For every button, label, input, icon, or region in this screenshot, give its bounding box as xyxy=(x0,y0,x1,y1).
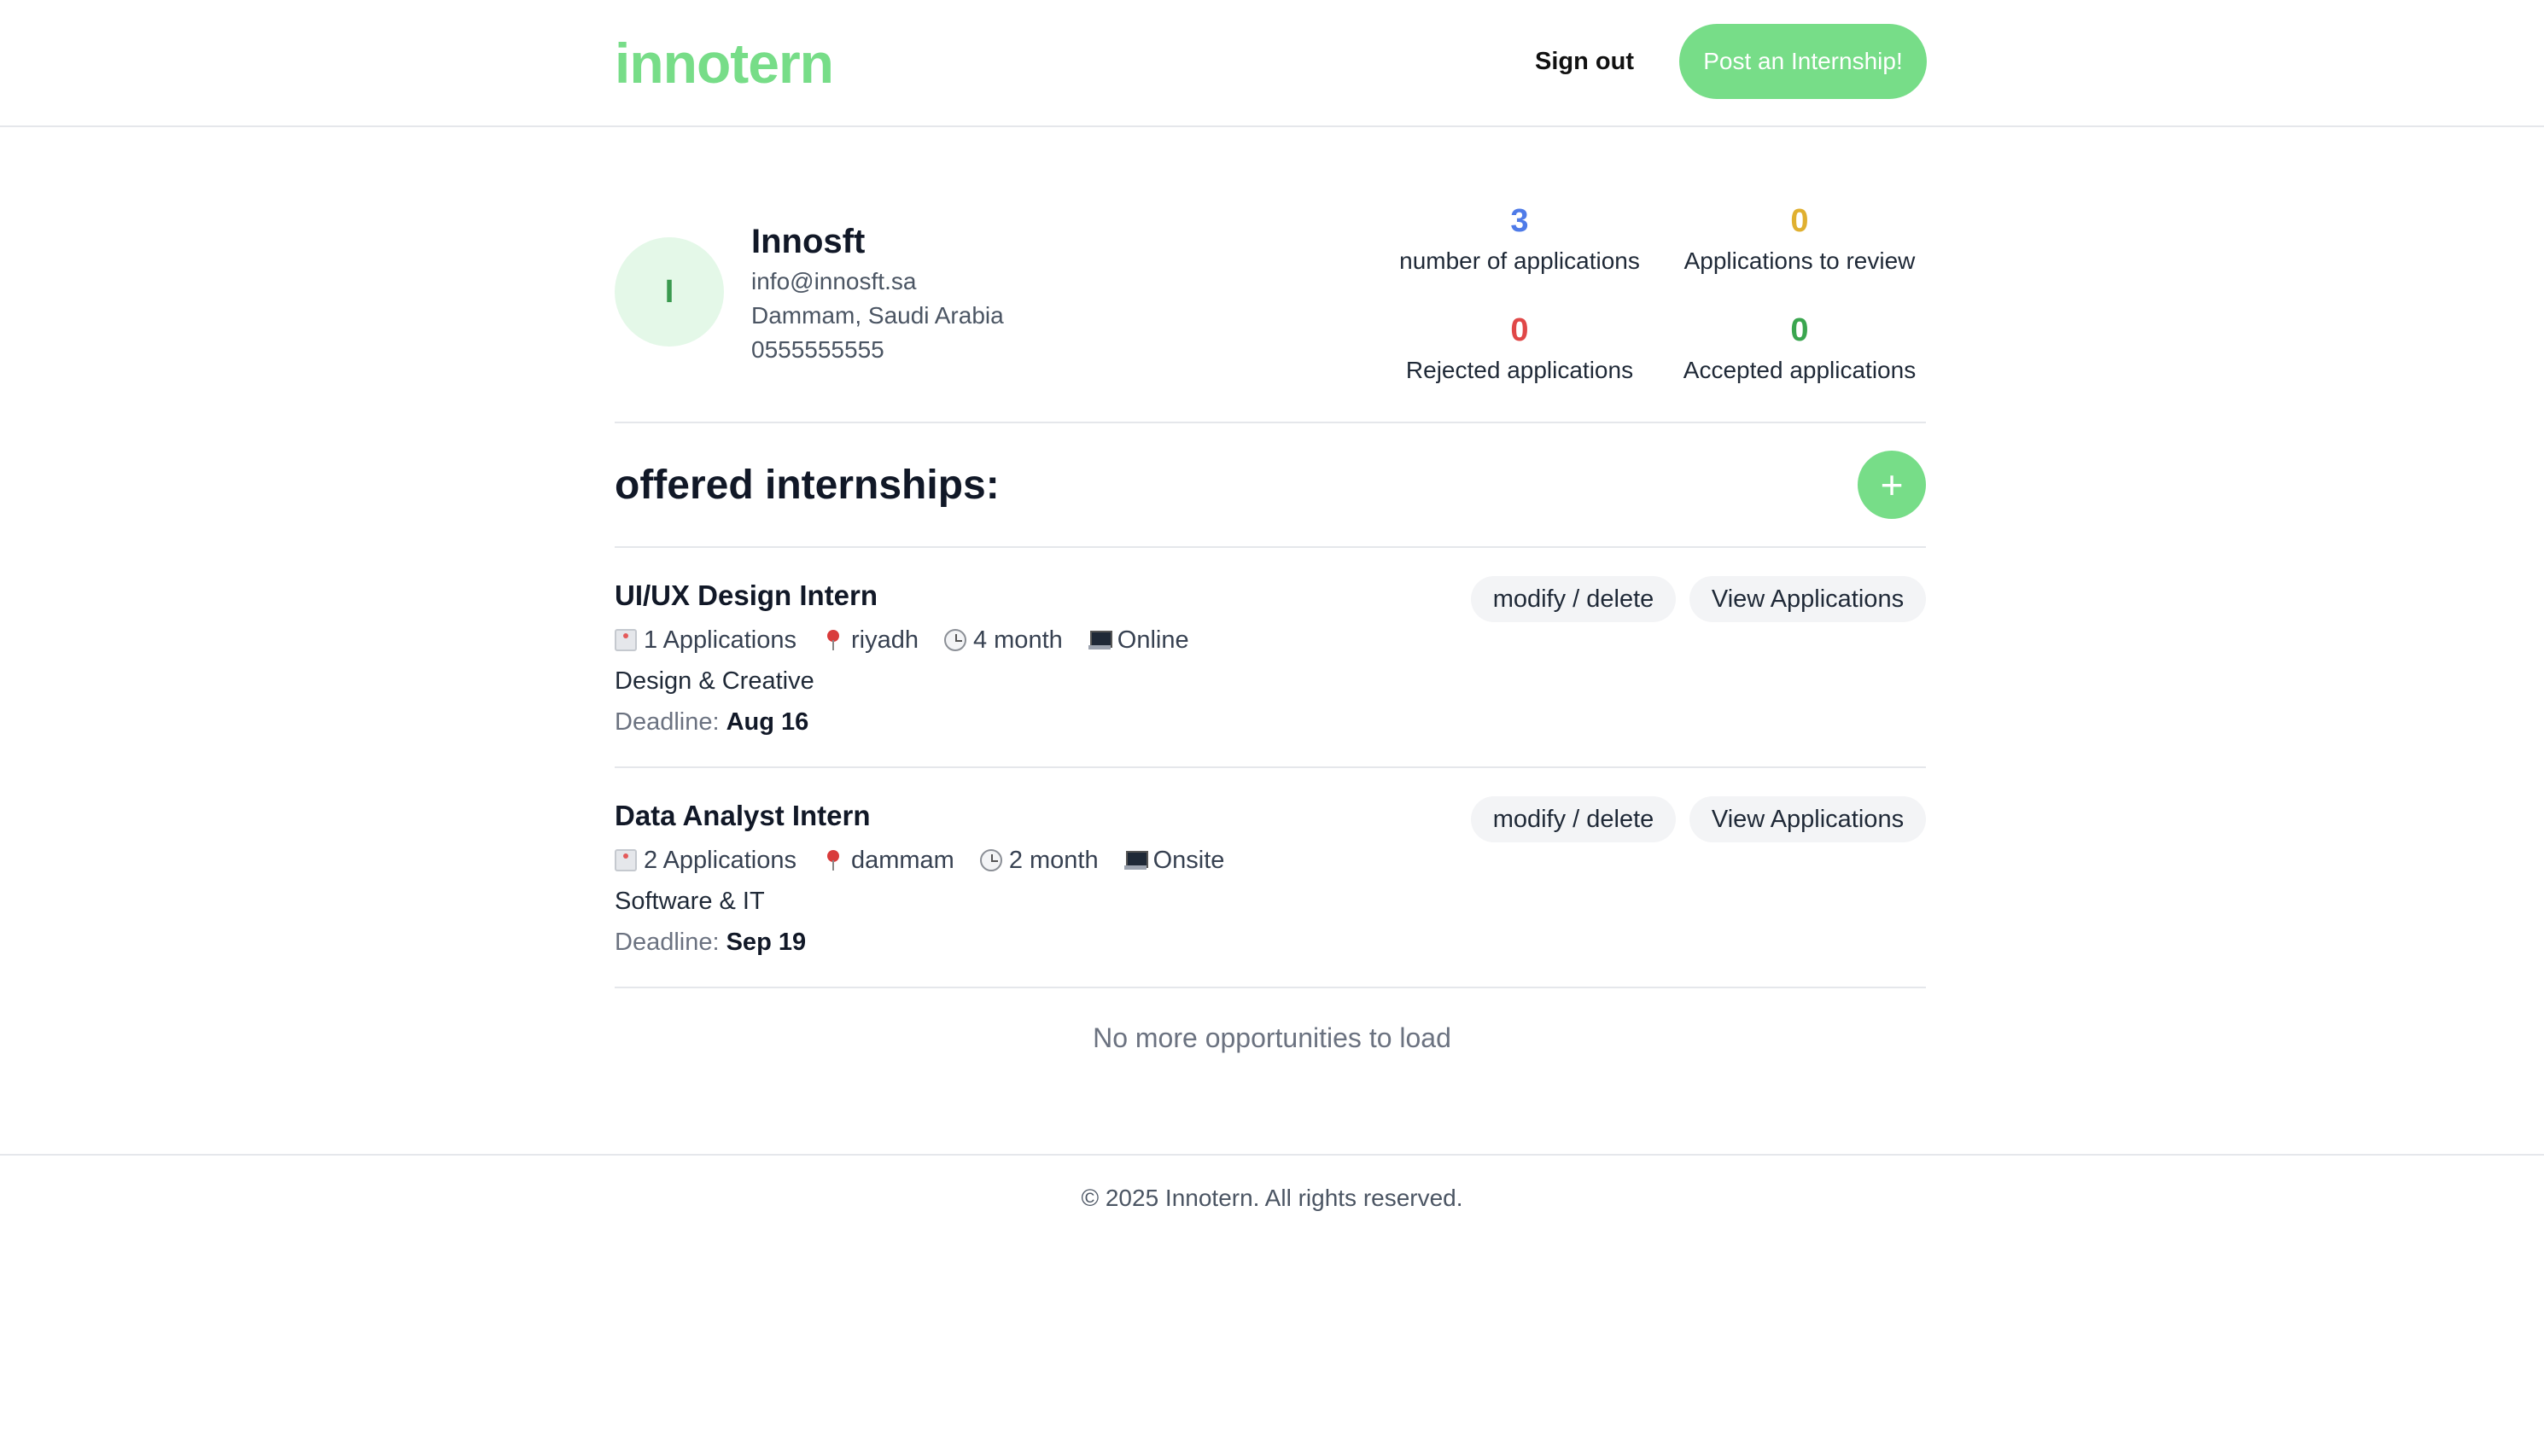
internship-title[interactable]: UI/UX Design Intern xyxy=(615,577,878,614)
internship-duration: 2 month xyxy=(979,843,1099,877)
internship-deadline: Deadline: Sep 19 xyxy=(615,925,806,959)
deadline-value: Sep 19 xyxy=(726,929,807,956)
internship-location: riyadh xyxy=(822,623,919,657)
stat-accepted-applications: 0 Accepted applications xyxy=(1663,311,1936,387)
applications-count: 1 Applications xyxy=(615,623,796,657)
clock-icon xyxy=(943,629,966,651)
internship-title[interactable]: Data Analyst Intern xyxy=(615,797,871,835)
internship-meta: 2 Applications dammam 2 month Onsite xyxy=(615,843,1250,877)
view-applications-button[interactable]: View Applications xyxy=(1689,576,1926,622)
stat-applications-to-review: 0 Applications to review xyxy=(1663,201,1936,278)
organization-name: Innosft xyxy=(751,223,866,260)
logo[interactable]: innotern xyxy=(615,29,834,97)
stat-value: 0 xyxy=(1510,312,1529,348)
add-internship-button[interactable]: + xyxy=(1858,451,1926,519)
internship-mode: Onsite xyxy=(1123,843,1225,877)
internship-category: Software & IT xyxy=(615,888,765,915)
applications-count: 2 Applications xyxy=(615,843,796,877)
pin-icon xyxy=(822,629,844,651)
avatar: I xyxy=(615,237,724,347)
organization-location: Dammam, Saudi Arabia xyxy=(751,302,1004,329)
profile-divider xyxy=(615,422,1926,423)
clock-icon xyxy=(979,849,1002,871)
deadline-label: Deadline: xyxy=(615,929,720,956)
section-title: offered internships: xyxy=(615,463,1000,508)
inbox-icon xyxy=(615,629,637,651)
post-internship-button[interactable]: Post an Internship! xyxy=(1679,24,1927,99)
stat-label: number of applications xyxy=(1399,248,1640,274)
internship-deadline: Deadline: Aug 16 xyxy=(615,705,808,739)
sign-out-button[interactable]: Sign out xyxy=(1502,38,1666,85)
stat-number-of-applications: 3 number of applications xyxy=(1383,201,1656,278)
internship-category: Design & Creative xyxy=(615,667,814,695)
internship-location: dammam xyxy=(822,843,954,877)
stat-label: Rejected applications xyxy=(1405,357,1634,383)
mode-text: Onsite xyxy=(1152,847,1225,874)
location-text: dammam xyxy=(850,847,954,874)
location-text: riyadh xyxy=(850,626,919,654)
internship-divider xyxy=(615,766,1926,768)
stat-value: 0 xyxy=(1790,312,1809,348)
modify-delete-button[interactable]: modify / delete xyxy=(1471,576,1676,622)
top-navbar: innotern Sign out Post an Internship! xyxy=(0,0,2544,127)
stat-value: 0 xyxy=(1790,203,1809,239)
footer-copyright: © 2025 Innotern. All rights reserved. xyxy=(1081,1185,1463,1211)
stat-value: 3 xyxy=(1510,203,1529,239)
laptop-icon xyxy=(1088,629,1112,651)
mode-text: Online xyxy=(1117,626,1189,654)
view-applications-button[interactable]: View Applications xyxy=(1689,796,1926,842)
organization-phone: 0555555555 xyxy=(751,336,884,363)
deadline-value: Aug 16 xyxy=(726,708,809,736)
modify-delete-button[interactable]: modify / delete xyxy=(1471,796,1676,842)
stat-label: Applications to review xyxy=(1683,248,1916,274)
internship-duration: 4 month xyxy=(943,623,1063,657)
stat-label: Accepted applications xyxy=(1683,357,1917,383)
organization-email: info@innosft.sa xyxy=(751,268,917,294)
duration-text: 2 month xyxy=(1008,847,1099,874)
pin-icon xyxy=(822,849,844,871)
section-divider xyxy=(615,546,1926,548)
internship-divider xyxy=(615,987,1926,988)
deadline-label: Deadline: xyxy=(615,708,720,736)
no-more-message: No more opportunities to load xyxy=(1093,1022,1451,1053)
footer-divider xyxy=(0,1154,2544,1156)
applications-count-text: 1 Applications xyxy=(644,626,796,654)
internship-mode: Online xyxy=(1088,623,1189,657)
stat-rejected-applications: 0 Rejected applications xyxy=(1383,311,1656,387)
laptop-icon xyxy=(1123,849,1148,871)
applications-count-text: 2 Applications xyxy=(644,847,796,874)
internship-meta: 1 Applications riyadh 4 month Online xyxy=(615,623,1215,657)
inbox-icon xyxy=(615,849,637,871)
duration-text: 4 month xyxy=(972,626,1063,654)
